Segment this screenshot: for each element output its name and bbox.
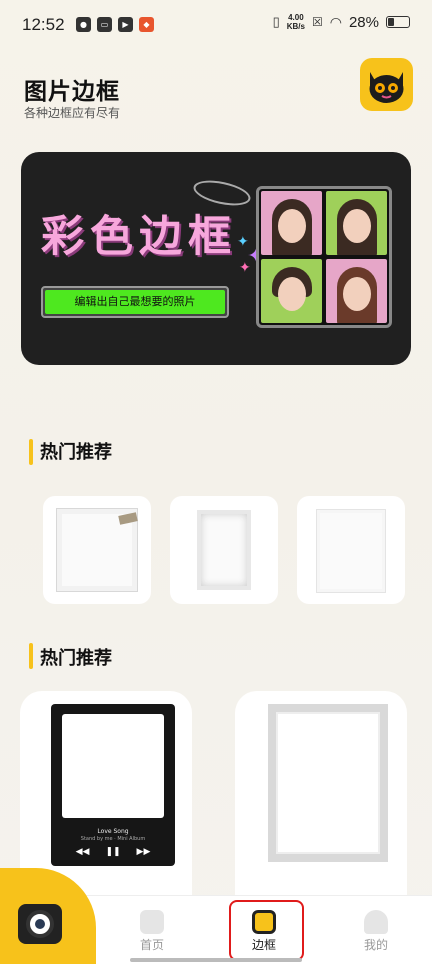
music-player-frame: Love Song Stand by me · Mini Album ◀◀ ❚❚… [51, 704, 175, 866]
nav-profile[interactable]: 我的 [346, 910, 406, 953]
no-sim-icon: ☒ [311, 15, 323, 29]
camera-icon [18, 904, 62, 944]
frame-card-polaroid[interactable] [43, 496, 151, 604]
frame-thumbnail [316, 509, 386, 593]
portrait-photo [326, 259, 387, 323]
photo-collage [256, 186, 392, 328]
page-subtitle: 各种边框应有尽有 [24, 106, 121, 120]
vibrate-icon: ▯ [272, 14, 280, 29]
frame-thumbnail [197, 510, 251, 590]
user-icon [364, 910, 388, 934]
section-title: 热门推荐 [40, 648, 112, 669]
player-artist: Stand by me · Mini Album [80, 836, 146, 842]
player-controls: ◀◀ ❚❚ ▶▶ [51, 847, 175, 857]
highlight-box [229, 900, 304, 961]
notification-icons: ● ▭ ▶ ◆ [76, 17, 154, 32]
status-time: 12:52 [22, 15, 65, 34]
section-accent-bar [29, 643, 33, 669]
pause-icon: ❚❚ [105, 847, 121, 857]
battery-percent: 28% [348, 13, 379, 31]
wifi-icon: ◠ [329, 13, 342, 30]
previous-icon: ◀◀ [75, 847, 90, 857]
portrait-photo [326, 191, 387, 255]
status-bar: 12:52 ● ▭ ▶ ◆ ▯ 4.00 KB/s ☒ ◠ 28% [0, 0, 432, 52]
sparkle-icon: ✦ [239, 260, 251, 276]
app-notification-icon: ◆ [139, 17, 154, 32]
banner-edit-button[interactable]: 编辑出自己最想要的照片 [41, 286, 229, 318]
portrait-photo [261, 259, 322, 323]
cat-face-icon [369, 72, 404, 103]
banner-title: 彩色边框 [41, 212, 237, 262]
next-icon: ▶▶ [136, 847, 151, 857]
system-indicators: ▯ 4.00 KB/s ☒ ◠ 28% [273, 13, 410, 31]
page-title: 图片边框 [24, 79, 120, 105]
frame-card-minimal[interactable] [297, 496, 405, 604]
battery-icon [386, 16, 410, 28]
app-notification-icon: ● [76, 17, 91, 32]
section-title: 热门推荐 [40, 442, 112, 463]
section-accent-bar [29, 439, 33, 465]
player-song-title: Love Song [97, 828, 129, 835]
photo-slot [62, 714, 164, 818]
promo-banner[interactable]: 彩色边框 编辑出自己最想要的照片 ✦ ✦ ✦ [21, 152, 411, 365]
nav-profile-label: 我的 [363, 938, 388, 952]
network-speed: 4.00 KB/s [286, 13, 305, 31]
app-notification-icon: ▭ [97, 17, 112, 32]
silver-frame [268, 704, 388, 862]
frame-card-vintage[interactable] [170, 496, 278, 604]
home-icon [140, 910, 164, 934]
play-notification-icon: ▶ [118, 17, 133, 32]
cat-avatar[interactable] [360, 58, 413, 111]
nav-home[interactable]: 首页 [122, 910, 182, 953]
banner-button-label: 编辑出自己最想要的照片 [45, 290, 225, 314]
portrait-photo [261, 191, 322, 255]
nav-home-label: 首页 [139, 938, 164, 952]
gesture-bar [130, 958, 302, 962]
